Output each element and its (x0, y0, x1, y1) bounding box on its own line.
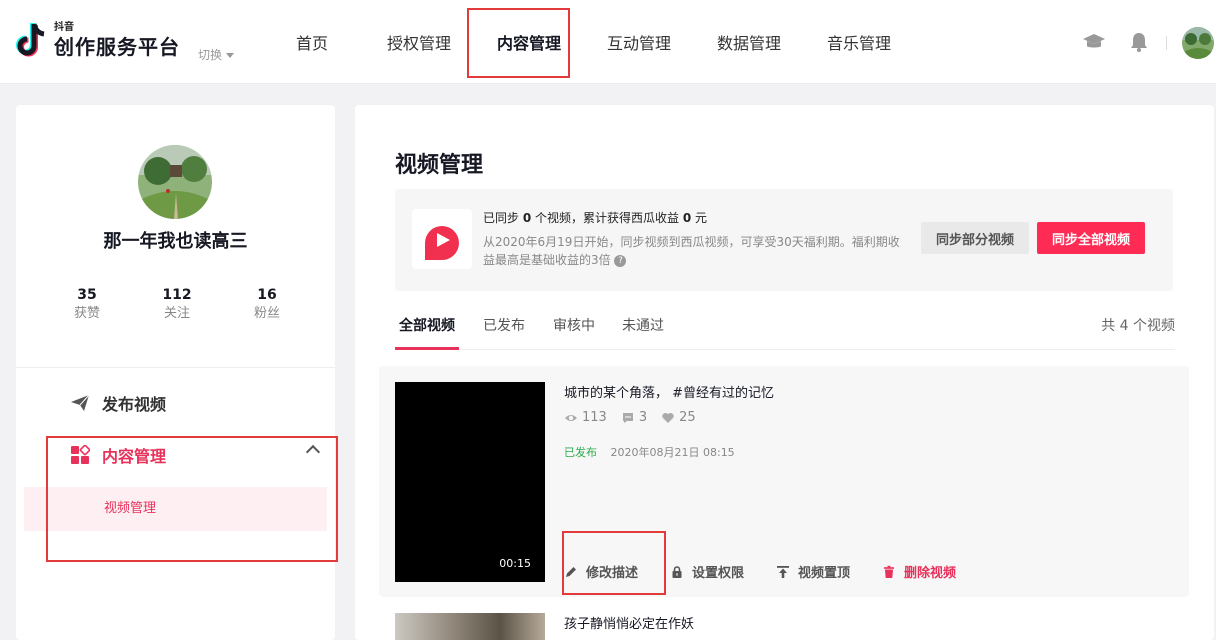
sidebar-item-label: 发布视频 (102, 395, 167, 414)
profile-name: 那一年我也读高三 (103, 231, 248, 252)
stat-label: 获赞 (73, 306, 100, 321)
main-panel: 视频管理 已同步 0 个视频，累计获得西瓜收益 0 元 从2020年6月19日开… (355, 105, 1214, 640)
tab-reviewing[interactable]: 审核中 (553, 315, 595, 335)
comments-count: 3 (638, 410, 648, 425)
bell-icon[interactable] (1127, 30, 1151, 54)
logo-small-text: 抖音 (54, 22, 74, 33)
sync-summary-text: 元 (691, 211, 708, 225)
profile-stats: 35 获赞 112 关注 16 粉丝 (42, 285, 312, 323)
video-thumbnail[interactable] (395, 613, 545, 640)
tab-rejected[interactable]: 未通过 (622, 315, 664, 335)
sync-description: 从2020年6月19日开始，同步视频到西瓜视频，可享受30天福利期。福利期收益最… (483, 233, 908, 269)
likes-count: 25 (679, 410, 696, 425)
page-title: 视频管理 (395, 153, 484, 178)
synced-count: 0 (522, 211, 532, 225)
sync-all-button[interactable]: 同步全部视频 (1037, 222, 1145, 254)
publish-datetime: 2020年08月21日 08:15 (610, 446, 735, 459)
stat-following: 112 关注 (132, 285, 222, 323)
income-amount: 0 (682, 211, 692, 225)
sidebar-item-publish[interactable]: 发布视频 (70, 391, 166, 415)
comment-icon (622, 412, 633, 423)
sync-summary: 已同步 0 个视频，累计获得西瓜收益 0 元 (483, 209, 707, 226)
eye-icon (565, 414, 577, 421)
metric-comments: 3 (621, 410, 647, 425)
video-title: 孩子静悄悄必定在作妖 (564, 617, 695, 632)
sync-summary-text: 个视频，累计获得西瓜收益 (531, 211, 683, 225)
stat-number: 35 (77, 287, 97, 303)
lock-icon (672, 565, 682, 578)
switch-label: 切换 (198, 48, 223, 62)
video-count: 共 4 个视频 (1101, 318, 1175, 334)
trash-icon (884, 565, 895, 578)
nav-music[interactable]: 音乐管理 (794, 0, 924, 84)
nav-home[interactable]: 首页 (270, 0, 354, 84)
stat-number: 112 (162, 287, 192, 303)
set-permission-button[interactable]: 设置权限 (670, 562, 744, 581)
xigua-logo-icon (412, 209, 472, 269)
video-thumbnail[interactable]: 00:15 (395, 382, 545, 582)
video-duration: 00:15 (499, 557, 531, 570)
active-tab-indicator (395, 347, 459, 350)
tab-published[interactable]: 已发布 (483, 315, 525, 335)
video-metrics: 113 3 25 (564, 410, 696, 425)
avatar[interactable] (1182, 27, 1214, 59)
sync-summary-text: 已同步 (483, 211, 523, 225)
action-label: 视频置顶 (798, 566, 851, 581)
action-label: 设置权限 (692, 566, 745, 581)
pin-top-icon (777, 565, 790, 578)
help-icon[interactable]: ? (614, 254, 627, 267)
top-header: 抖音 创作服务平台 切换 首页 授权管理 内容管理 互动管理 数据管理 音乐管理 (0, 0, 1216, 84)
video-card: 00:15 城市的某个角落， #曾经有过的记忆 113 3 25 已发布 202… (379, 366, 1189, 597)
pin-video-button[interactable]: 视频置顶 (776, 562, 850, 581)
sidebar: 那一年我也读高三 35 获赞 112 关注 16 粉丝 发布视频 内容管理 视频… (16, 105, 338, 640)
heart-icon (662, 412, 674, 423)
tab-all[interactable]: 全部视频 (399, 315, 455, 335)
video-status-row: 已发布 2020年08月21日 08:15 (564, 444, 735, 460)
video-tabs: 全部视频 已发布 审核中 未通过 共 4 个视频 (395, 305, 1175, 350)
action-label: 删除视频 (904, 566, 957, 581)
switch-dropdown[interactable]: 切换 (198, 46, 235, 63)
stat-followers: 16 粉丝 (222, 285, 312, 323)
sync-partial-button[interactable]: 同步部分视频 (921, 222, 1029, 254)
delete-video-button[interactable]: 删除视频 (882, 562, 956, 581)
sidebar-divider (16, 367, 335, 368)
nav-data[interactable]: 数据管理 (704, 0, 794, 84)
stat-label: 粉丝 (253, 306, 280, 321)
highlight-box-sidebar (46, 436, 338, 562)
header-divider (1166, 36, 1167, 50)
nav-auth[interactable]: 授权管理 (354, 0, 484, 84)
highlight-box-edit (562, 531, 666, 595)
main-nav: 首页 授权管理 内容管理 互动管理 数据管理 音乐管理 (270, 0, 924, 84)
metric-likes: 25 (661, 410, 696, 425)
caret-down-icon (226, 53, 235, 58)
stat-likes: 35 获赞 (42, 285, 132, 323)
status-badge: 已发布 (564, 446, 597, 459)
nav-interaction[interactable]: 互动管理 (574, 0, 704, 84)
profile-avatar (138, 145, 212, 219)
douyin-logo-icon (14, 20, 50, 62)
video-title: 城市的某个角落， #曾经有过的记忆 (564, 386, 775, 401)
stat-number: 16 (257, 287, 277, 303)
graduation-cap-icon[interactable] (1082, 30, 1106, 54)
highlight-box-nav (467, 8, 570, 78)
views-count: 113 (582, 410, 607, 425)
logo-title: 创作服务平台 (54, 35, 180, 59)
metric-views: 113 (564, 410, 607, 425)
paper-plane-icon (71, 394, 90, 411)
sync-description-text: 从2020年6月19日开始，同步视频到西瓜视频，可享受30天福利期。福利期收益最… (483, 235, 900, 267)
xigua-sync-banner: 已同步 0 个视频，累计获得西瓜收益 0 元 从2020年6月19日开始，同步视… (395, 189, 1173, 291)
stat-label: 关注 (163, 306, 190, 321)
logo[interactable]: 抖音 创作服务平台 (14, 20, 180, 62)
